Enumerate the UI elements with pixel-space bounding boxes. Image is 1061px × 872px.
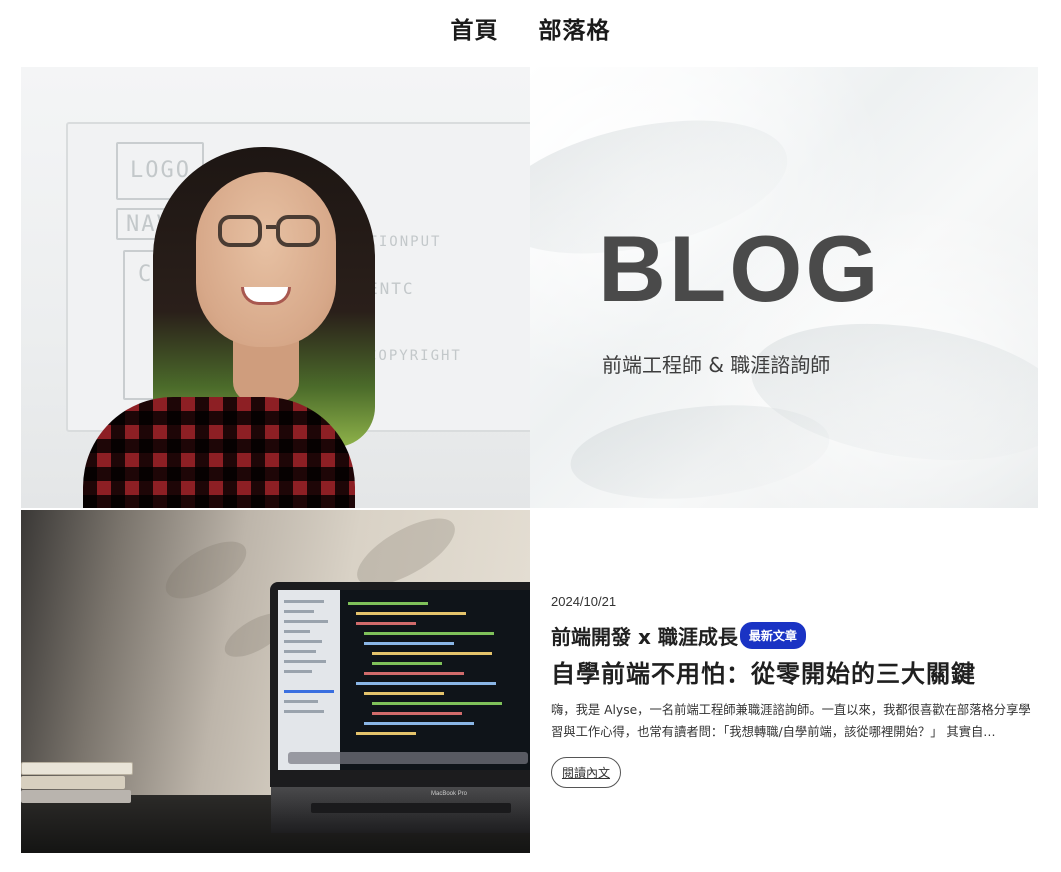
book: [21, 776, 125, 789]
file-tree: [278, 590, 340, 770]
nav-blog-link[interactable]: 部落格: [539, 11, 611, 45]
post-title[interactable]: 自學前端不用怕：從零開始的三大關鍵: [551, 654, 1038, 689]
stacked-books: [21, 762, 136, 810]
hero-subtitle: 前端工程師 & 職涯諮詢師: [602, 353, 831, 377]
code-line: [356, 682, 496, 685]
post-excerpt: 嗨，我是 Alyse，一名前端工程師兼職涯諮詢師。一直以來，我都很喜歡在部落格分…: [551, 703, 1031, 739]
read-more-button[interactable]: 閱讀內文: [551, 757, 622, 788]
person-face: [196, 172, 336, 347]
code-line: [364, 632, 494, 635]
file-tree-line: [284, 670, 312, 673]
app-dock: [288, 752, 528, 764]
post-category-row: 前端開發 x 職涯成長 最新文章: [551, 621, 1038, 650]
file-tree-line: [284, 610, 314, 613]
code-line: [364, 672, 464, 675]
file-tree-line: [284, 600, 324, 603]
post-category: 前端開發 x 職涯成長: [551, 625, 738, 649]
book: [21, 762, 133, 775]
file-tree-line: [284, 660, 326, 663]
post-date: 2024/10/21: [551, 594, 617, 609]
post-cover-image[interactable]: MacBook Pro: [21, 510, 530, 853]
whiteboard-text-extra: COPYRIGHT: [368, 348, 462, 364]
code-line: [364, 722, 474, 725]
laptop-screen: [270, 582, 530, 787]
code-line: [348, 602, 428, 605]
file-tree-line: [284, 630, 310, 633]
new-post-badge: 最新文章: [739, 622, 806, 649]
file-tree-line: [284, 700, 318, 703]
hero-banner: LOGO NAVB CONT ENTC ITIONPUT COPYRIGHT B…: [21, 67, 1038, 508]
code-line: [356, 732, 416, 735]
file-tree-line: [284, 650, 316, 653]
file-tree-selected: [284, 690, 334, 693]
latest-post-card: MacBook Pro 2024/10/21 前端開發 x 職涯成長 最新文章 …: [21, 510, 1038, 853]
code-line: [372, 652, 492, 655]
hero-text-panel: BLOG 前端工程師 & 職涯諮詢師: [530, 67, 1038, 508]
book: [21, 790, 131, 803]
glasses-left-lens: [218, 215, 262, 247]
code-line: [356, 612, 466, 615]
hero-portrait-image: LOGO NAVB CONT ENTC ITIONPUT COPYRIGHT: [21, 67, 530, 508]
code-line: [372, 662, 442, 665]
glasses-right-lens: [276, 215, 320, 247]
nav-home-link[interactable]: 首頁: [451, 11, 499, 45]
plaid-shirt: [83, 397, 355, 508]
post-body: 2024/10/21 前端開發 x 職涯成長 最新文章 自學前端不用怕：從零開始…: [530, 510, 1038, 853]
code-line: [372, 702, 502, 705]
laptop-base: MacBook Pro: [271, 787, 530, 833]
file-tree-line: [284, 640, 322, 643]
code-line: [372, 712, 462, 715]
code-line: [364, 642, 454, 645]
glasses-bridge: [266, 225, 276, 229]
code-line: [364, 692, 444, 695]
file-tree-line: [284, 620, 328, 623]
laptop-brand-label: MacBook Pro: [431, 791, 468, 797]
top-nav: 首頁 部落格: [0, 0, 1061, 56]
whiteboard-text-logo: LOGO: [130, 158, 191, 183]
file-tree-line: [284, 710, 324, 713]
code-line: [356, 622, 416, 625]
laptop-keyboard: [311, 803, 511, 813]
hero-title: BLOG: [598, 216, 882, 321]
leaf-shadow: [157, 530, 255, 610]
code-editor: [278, 590, 530, 770]
